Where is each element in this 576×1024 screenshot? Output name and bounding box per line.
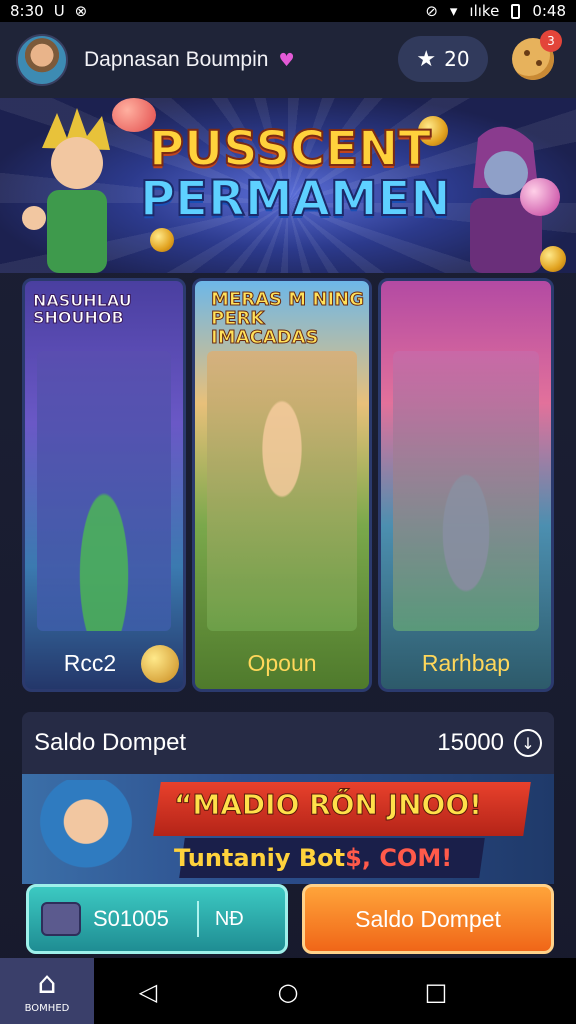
wifi-icon: ▾	[449, 2, 458, 20]
heart-icon: ♥	[278, 49, 295, 71]
star-balance-button[interactable]: ★ 20	[398, 36, 488, 82]
game-card-2-caption: MERAS M NING PERK IMACADAS	[211, 289, 365, 348]
star-count: 20	[444, 47, 470, 71]
promo-banner[interactable]: “MADIO RŐN JNOO! Tuntaniy Bot$, COM!	[22, 774, 554, 884]
signal-text: ılıke	[469, 2, 500, 20]
app-screen: 8:30 U ⊗ ⊘ ▾ ılıke 0:48 Dapnasan Boumpin…	[0, 0, 576, 1024]
promo-subline: Tuntaniy Bot$, COM!	[174, 844, 474, 872]
app-header: Dapnasan Boumpin ♥ ★ 20 3	[0, 22, 576, 98]
notification-badge: 3	[540, 30, 562, 52]
home-button-icon[interactable]: ○	[274, 978, 302, 1006]
game-card-1-artwork	[37, 351, 171, 631]
promo-headline: “MADIO RŐN JNOO!	[174, 788, 483, 822]
wallet-title: Saldo Dompet	[34, 729, 187, 756]
promo-character	[32, 780, 152, 884]
game-card-3-artwork	[393, 351, 539, 631]
voucher-suffix: NĐ	[214, 907, 244, 930]
hero-character-left	[22, 108, 110, 273]
status-time-left: 8:30	[10, 2, 44, 20]
status-icon-circle: ⊗	[74, 2, 88, 20]
download-icon[interactable]: ↓	[514, 729, 542, 757]
game-card-1-caption: NASUHLAU SHOUHOB	[33, 291, 133, 327]
voucher-code: S01005	[93, 906, 169, 931]
game-card-3[interactable]: Rarhbap	[378, 278, 554, 692]
promo-subline-a: Tuntaniy Bot	[174, 844, 346, 872]
game-card-2[interactable]: MERAS M NING PERK IMACADAS Opoun	[192, 278, 372, 692]
status-bar: 8:30 U ⊗ ⊘ ▾ ılıke 0:48	[0, 0, 576, 22]
hero-title-line1: PUSSCENT	[148, 121, 432, 177]
back-icon[interactable]: ◁	[134, 978, 162, 1006]
navigation-bar: ⌂ BOMHED ◁ ○ □	[0, 958, 576, 1024]
battery-icon	[511, 3, 521, 19]
mute-icon: ⊘	[425, 2, 438, 20]
game-cards: NASUHLAU SHOUHOB Rcc2 MERAS M NING PERK …	[22, 278, 554, 692]
hero-banner[interactable]: PUSSCENT PERMAMEN	[0, 98, 576, 273]
hero-title-line2: PERMAMEN	[139, 171, 452, 228]
game-card-1[interactable]: NASUHLAU SHOUHOB Rcc2	[22, 278, 186, 692]
wallet-panel: Saldo Dompet 15000 ↓	[22, 712, 554, 774]
voucher-code-button[interactable]: S01005 NĐ	[26, 884, 288, 954]
status-time-right: 0:48	[532, 2, 566, 20]
game-card-2-artwork	[207, 351, 357, 631]
promo-subline-b: $, COM!	[345, 844, 453, 872]
status-icon-u: U	[53, 2, 65, 20]
wallet-amount: 15000	[437, 729, 504, 756]
avatar[interactable]	[16, 34, 68, 86]
home-tab[interactable]: ⌂ BOMHED	[0, 958, 94, 1024]
coin-icon	[150, 228, 174, 252]
coin-icon	[540, 246, 566, 272]
game-card-2-label: Opoun	[247, 650, 317, 676]
candy-icon	[520, 178, 560, 216]
divider	[196, 901, 199, 937]
wallet-button[interactable]: Saldo Dompet	[302, 884, 554, 954]
game-card-3-label: Rarhbap	[421, 650, 511, 676]
user-name: Dapnasan Boumpin	[84, 48, 269, 71]
chest-icon	[41, 902, 81, 936]
coin-icon	[141, 645, 179, 683]
hero-title: PUSSCENT PERMAMEN	[139, 121, 452, 228]
home-icon: ⌂	[37, 965, 57, 1001]
recents-icon[interactable]: □	[422, 978, 450, 1006]
star-icon: ★	[416, 46, 437, 72]
home-tab-label: BOMHED	[24, 1002, 70, 1014]
